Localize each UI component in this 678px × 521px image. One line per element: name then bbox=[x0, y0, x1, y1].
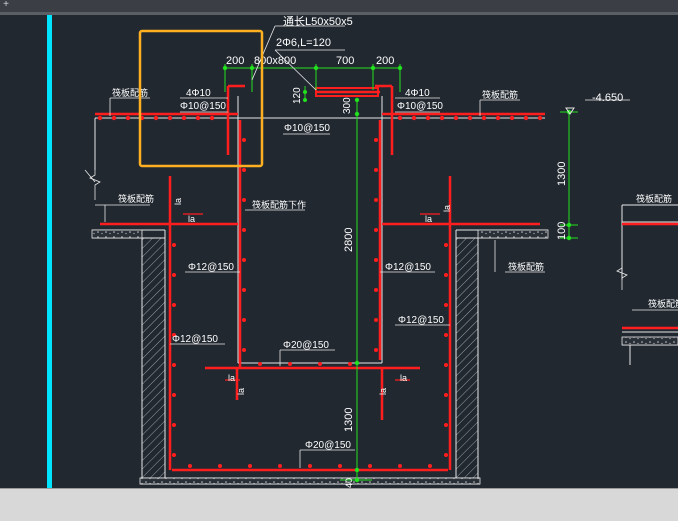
dim-120: 120 bbox=[292, 87, 303, 104]
dim-200-left: 200 bbox=[226, 55, 244, 67]
rebar-right-top-2: Φ10@150 bbox=[397, 101, 443, 112]
dim-100-right: 100 bbox=[556, 222, 568, 240]
raft-label-mid-right: 筏板配筋 bbox=[508, 261, 544, 272]
raft-label-mid-left: 筏板配筋 bbox=[118, 193, 154, 204]
rebar-right-wall-1: Φ12@150 bbox=[385, 262, 431, 273]
axis-line bbox=[47, 15, 52, 488]
left-cushion bbox=[91, 229, 143, 239]
top-label-steel: 通长L50x50x5 bbox=[283, 15, 353, 28]
rebar-right-top: 4Φ10 bbox=[405, 88, 430, 99]
right-wall-hatch bbox=[455, 237, 479, 479]
la-label-5: la bbox=[228, 373, 235, 383]
status-bar bbox=[0, 488, 678, 521]
top-label-anchor: 2Φ6,L=120 bbox=[276, 37, 331, 49]
rebar-base: Φ20@150 bbox=[305, 440, 351, 451]
dim-200-right: 200 bbox=[376, 55, 394, 67]
raft-label-far-right-2: 筏板配筋 bbox=[648, 298, 678, 309]
left-wall-hatch bbox=[141, 237, 166, 479]
rebar-right-wall-2: Φ12@150 bbox=[398, 315, 444, 326]
rebar-lines bbox=[95, 84, 678, 472]
dim-300: 300 bbox=[342, 97, 353, 114]
raft-label-far-right-1: 筏板配筋 bbox=[636, 193, 672, 204]
la-arrows bbox=[183, 213, 440, 381]
rebar-left-wall-2: Φ12@150 bbox=[172, 334, 218, 345]
cad-canvas[interactable]: 通长L50x50x5 2Φ6,L=120 200 800x800 700 200… bbox=[0, 0, 678, 488]
base-cushion bbox=[139, 477, 481, 485]
rebar-left-top-2: Φ10@150 bbox=[180, 101, 226, 112]
elevation-label: -4.650 bbox=[592, 92, 623, 104]
right-cushion bbox=[477, 229, 549, 239]
la-label-3: la bbox=[442, 205, 452, 212]
dim-2800: 2800 bbox=[343, 228, 355, 252]
rebar-left-wall-1: Φ12@150 bbox=[188, 262, 234, 273]
raft-label-down: 筏板配筋下作 bbox=[252, 199, 306, 210]
la-label-7: la bbox=[400, 373, 407, 383]
rebar-pit-bottom: Φ20@150 bbox=[283, 340, 329, 351]
dim-40: 40 bbox=[344, 478, 354, 488]
la-label-2: la bbox=[188, 214, 195, 224]
la-label-8: la bbox=[378, 388, 388, 395]
la-label-4: la bbox=[425, 214, 432, 224]
la-label-1: la bbox=[173, 198, 183, 205]
dim-700: 700 bbox=[336, 55, 354, 67]
rebar-left-top: 4Φ10 bbox=[186, 88, 211, 99]
dim-1300-bottom: 1300 bbox=[343, 408, 355, 432]
raft-label-top-right: 筏板配筋 bbox=[482, 89, 518, 100]
dimension-ticks bbox=[222, 65, 572, 483]
dim-800x800: 800x800 bbox=[254, 55, 296, 67]
dim-1300-right: 1300 bbox=[556, 162, 568, 186]
far-right-cushion bbox=[621, 336, 678, 346]
la-label-6: la bbox=[236, 388, 246, 395]
raft-label-top-left: 筏板配筋 bbox=[112, 87, 148, 98]
structure-outline bbox=[92, 96, 678, 485]
rebar-mid: Φ10@150 bbox=[284, 123, 330, 134]
